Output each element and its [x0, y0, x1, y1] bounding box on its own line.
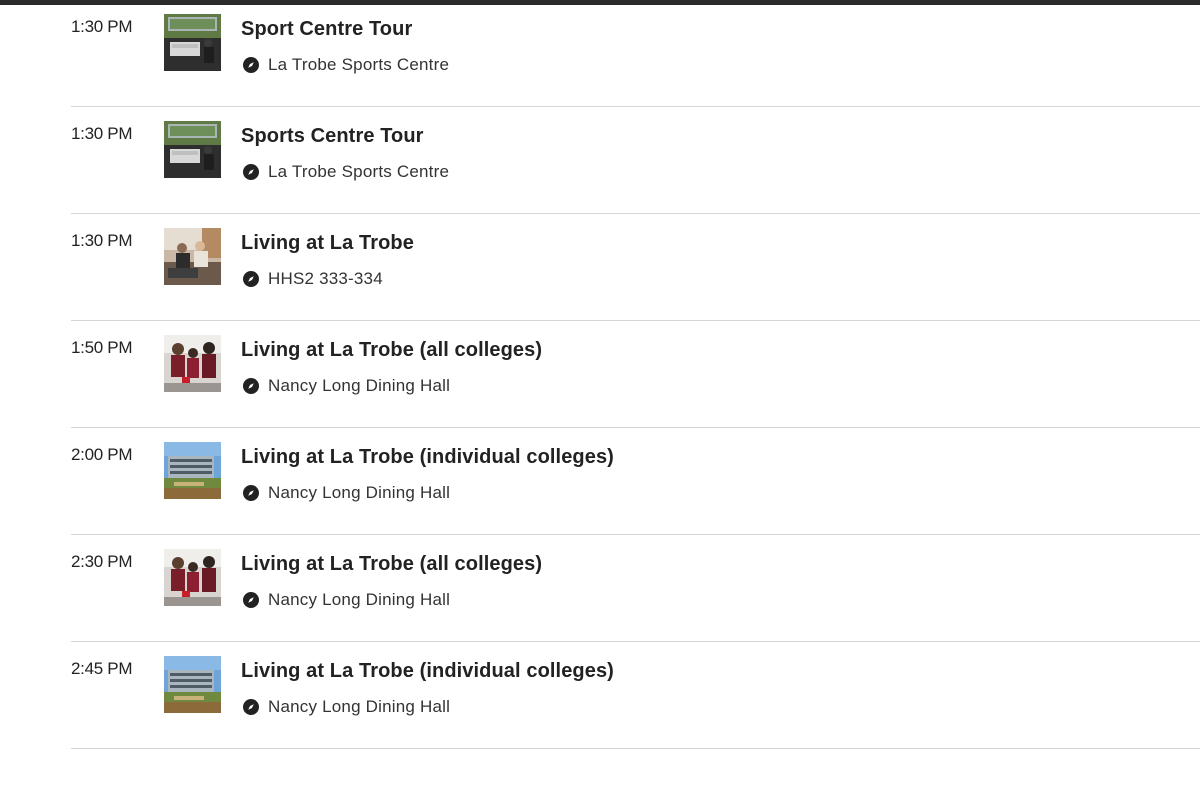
event-title[interactable]: Living at La Trobe (all colleges) — [241, 339, 542, 362]
students-group-thumbnail[interactable] — [164, 335, 221, 392]
event-row[interactable]: 1:30 PM Living at La Trobe HHS2 333-334 — [71, 214, 1200, 321]
event-row[interactable]: 1:30 PM Sport Centre Tour La Trobe Sport… — [71, 0, 1200, 107]
event-location: La Trobe Sports Centre — [243, 161, 449, 183]
event-time: 1:30 PM — [71, 231, 133, 250]
compass-icon — [243, 592, 259, 608]
location-text: La Trobe Sports Centre — [268, 162, 450, 181]
event-title[interactable]: Sport Centre Tour — [241, 18, 412, 41]
location-text: Nancy Long Dining Hall — [268, 483, 451, 502]
event-title[interactable]: Living at La Trobe (all colleges) — [241, 553, 542, 576]
college-building-thumbnail[interactable] — [164, 656, 221, 713]
event-row[interactable]: 1:50 PM Living at La Trobe (all colleges… — [71, 321, 1200, 428]
location-text: HHS2 333-334 — [268, 269, 383, 288]
sports-centre-thumbnail[interactable] — [164, 121, 221, 178]
location-text: Nancy Long Dining Hall — [268, 376, 451, 395]
event-row[interactable]: 2:00 PM Living at La Trobe (individual c… — [71, 428, 1200, 535]
compass-icon — [243, 57, 259, 73]
event-time: 2:00 PM — [71, 445, 133, 464]
compass-icon — [243, 378, 259, 394]
event-time: 1:50 PM — [71, 338, 133, 357]
event-location: Nancy Long Dining Hall — [243, 482, 450, 504]
event-title[interactable]: Living at La Trobe — [241, 232, 414, 255]
compass-icon — [243, 164, 259, 180]
event-title[interactable]: Sports Centre Tour — [241, 125, 424, 148]
college-building-thumbnail[interactable] — [164, 442, 221, 499]
event-location: La Trobe Sports Centre — [243, 54, 449, 76]
location-text: La Trobe Sports Centre — [268, 55, 450, 74]
event-time: 2:45 PM — [71, 659, 133, 678]
event-time: 2:30 PM — [71, 552, 133, 571]
event-title[interactable]: Living at La Trobe (individual colleges) — [241, 660, 614, 683]
compass-icon — [243, 271, 259, 287]
event-row[interactable]: 1:30 PM Sports Centre Tour La Trobe Spor… — [71, 107, 1200, 214]
students-group-thumbnail[interactable] — [164, 549, 221, 606]
compass-icon — [243, 699, 259, 715]
sports-centre-thumbnail[interactable] — [164, 14, 221, 71]
event-location: HHS2 333-334 — [243, 268, 383, 290]
event-time: 1:30 PM — [71, 124, 133, 143]
event-time: 1:30 PM — [71, 17, 133, 36]
event-row[interactable]: 2:45 PM Living at La Trobe (individual c… — [71, 642, 1200, 749]
event-title[interactable]: Living at La Trobe (individual colleges) — [241, 446, 614, 469]
event-location: Nancy Long Dining Hall — [243, 589, 450, 611]
event-row[interactable]: 2:30 PM Living at La Trobe (all colleges… — [71, 535, 1200, 642]
compass-icon — [243, 485, 259, 501]
event-location: Nancy Long Dining Hall — [243, 696, 450, 718]
event-location: Nancy Long Dining Hall — [243, 375, 450, 397]
location-text: Nancy Long Dining Hall — [268, 697, 451, 716]
students-lounge-thumbnail[interactable] — [164, 228, 221, 285]
location-text: Nancy Long Dining Hall — [268, 590, 451, 609]
